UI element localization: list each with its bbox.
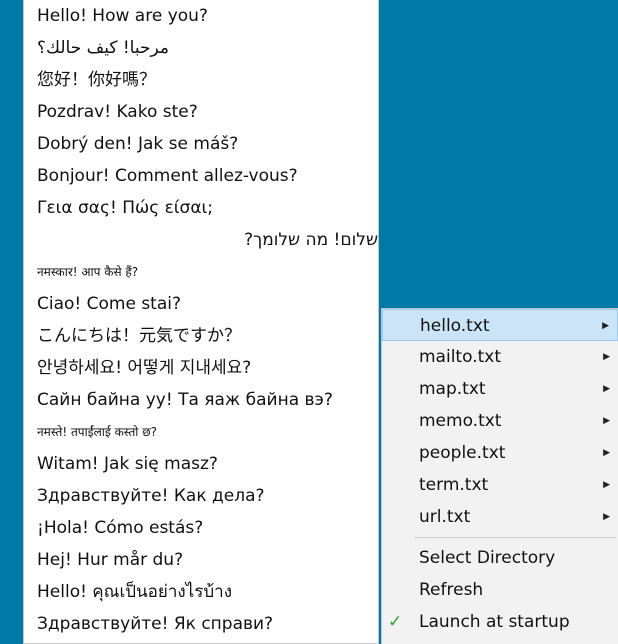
menu-item-map-file[interactable]: map.txt ▶ bbox=[382, 373, 618, 405]
submenu-arrow-icon: ▶ bbox=[603, 384, 610, 394]
greeting-item-hindi[interactable]: नमस्कार! आप कैसे हैं? bbox=[24, 256, 378, 288]
menu-item-label: Select Directory bbox=[419, 548, 556, 568]
greeting-item-arabic[interactable]: مرحبا! كيف حالك؟ bbox=[24, 32, 378, 64]
greetings-submenu: Hello! How are you? مرحبا! كيف حالك؟ 您好！… bbox=[23, 0, 379, 644]
greeting-item-czech[interactable]: Dobrý den! Jak se máš? bbox=[24, 128, 378, 160]
greeting-item-greek[interactable]: Γεια σας! Πώς είσαι; bbox=[24, 192, 378, 224]
submenu-arrow-icon: ▶ bbox=[602, 321, 609, 331]
greeting-item-polish[interactable]: Witam! Jak się masz? bbox=[24, 448, 378, 480]
greeting-item-croatian[interactable]: Pozdrav! Kako ste? bbox=[24, 96, 378, 128]
menu-item-label: Launch at startup bbox=[419, 612, 570, 632]
submenu-arrow-icon: ▶ bbox=[603, 416, 610, 426]
menu-item-label: mailto.txt bbox=[419, 347, 501, 367]
menu-item-hello-file[interactable]: hello.txt ▶ bbox=[382, 309, 618, 341]
greeting-item-russian[interactable]: Здравствуйте! Как дела? bbox=[24, 480, 378, 512]
greeting-item-japanese[interactable]: こんにちは！元気ですか？ bbox=[24, 320, 378, 352]
menu-item-refresh[interactable]: Refresh bbox=[382, 574, 618, 606]
menu-item-memo-file[interactable]: memo.txt ▶ bbox=[382, 405, 618, 437]
greeting-item-french[interactable]: Bonjour! Comment allez-vous? bbox=[24, 160, 378, 192]
greeting-item-mongolian[interactable]: Сайн байна уу! Та яаж байна вэ? bbox=[24, 384, 378, 416]
greeting-item-ukrainian[interactable]: Здравствуйте! Як справи? bbox=[24, 608, 378, 640]
greeting-item-italian[interactable]: Ciao! Come stai? bbox=[24, 288, 378, 320]
submenu-arrow-icon: ▶ bbox=[603, 352, 610, 362]
menu-item-launch-at-startup[interactable]: ✓ Launch at startup bbox=[382, 606, 618, 638]
menu-item-term-file[interactable]: term.txt ▶ bbox=[382, 469, 618, 501]
greeting-item-nepali[interactable]: नमस्ते! तपाईंलाई कस्तो छ? bbox=[24, 416, 378, 448]
menu-item-people-file[interactable]: people.txt ▶ bbox=[382, 437, 618, 469]
greeting-item-thai[interactable]: Hello! คุณเป็นอย่างไรบ้าง bbox=[24, 576, 378, 608]
menu-item-label: map.txt bbox=[419, 379, 486, 399]
menu-separator bbox=[414, 537, 616, 538]
greeting-item-spanish[interactable]: ¡Hola! Cómo estás? bbox=[24, 512, 378, 544]
checkmark-icon: ✓ bbox=[388, 612, 403, 632]
menu-item-label: memo.txt bbox=[419, 411, 502, 431]
greeting-item-swedish[interactable]: Hej! Hur mår du? bbox=[24, 544, 378, 576]
menu-item-label: term.txt bbox=[419, 475, 489, 495]
menu-item-mailto-file[interactable]: mailto.txt ▶ bbox=[382, 341, 618, 373]
menu-item-label: url.txt bbox=[419, 507, 471, 527]
menu-item-label: Refresh bbox=[419, 580, 484, 600]
greeting-item-chinese[interactable]: 您好！你好嗎？ bbox=[24, 64, 378, 96]
menu-item-select-directory[interactable]: Select Directory bbox=[382, 542, 618, 574]
menu-item-label: people.txt bbox=[419, 443, 506, 463]
menu-item-url-file[interactable]: url.txt ▶ bbox=[382, 501, 618, 533]
menu-item-label: hello.txt bbox=[420, 316, 490, 336]
tray-context-menu: hello.txt ▶ mailto.txt ▶ map.txt ▶ memo.… bbox=[381, 308, 618, 644]
submenu-arrow-icon: ▶ bbox=[603, 448, 610, 458]
greeting-item-english[interactable]: Hello! How are you? bbox=[24, 0, 378, 32]
greeting-item-hebrew[interactable]: שלום! מה שלומך? bbox=[24, 224, 378, 256]
submenu-arrow-icon: ▶ bbox=[603, 512, 610, 522]
submenu-arrow-icon: ▶ bbox=[603, 480, 610, 490]
greeting-item-korean[interactable]: 안녕하세요! 어떻게 지내세요? bbox=[24, 352, 378, 384]
